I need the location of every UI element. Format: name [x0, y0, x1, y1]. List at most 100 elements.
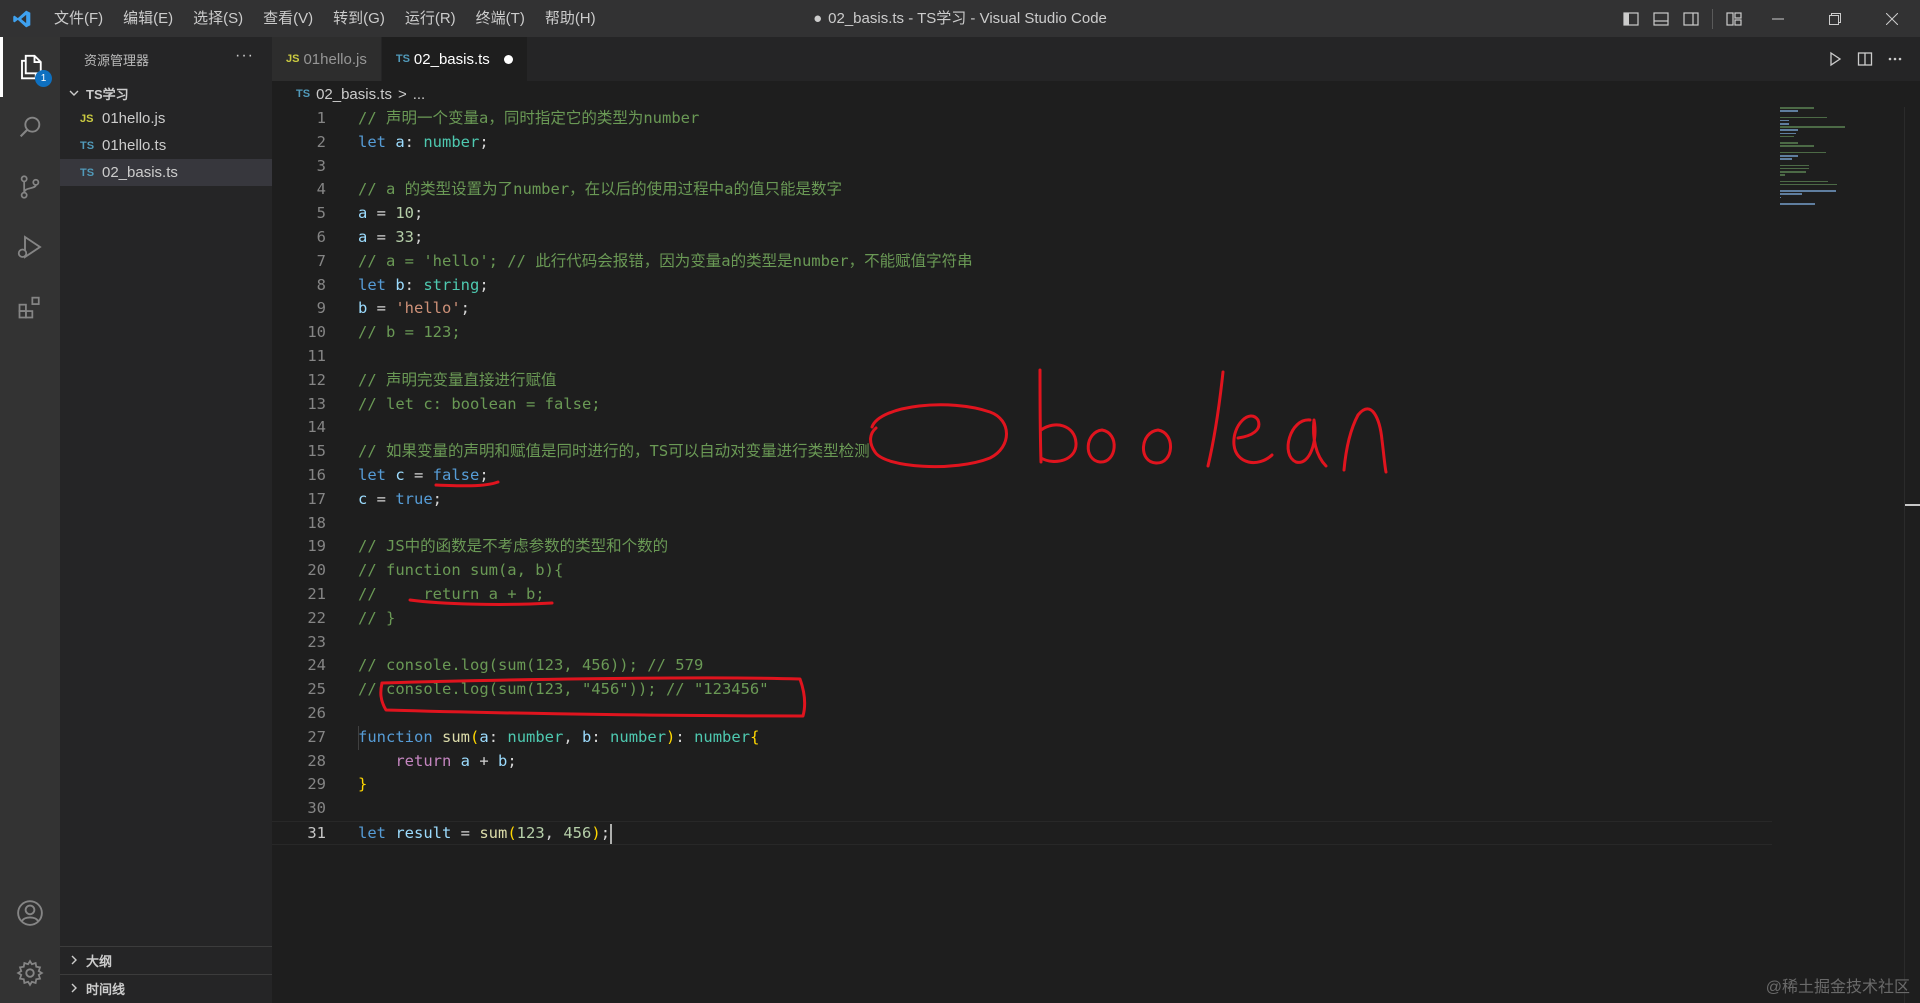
code-editor[interactable]: 1 // 声明一个变量a，同时指定它的类型为number 2 let a: numbe…	[272, 107, 1920, 1003]
code-token: // b = 123;	[358, 323, 461, 342]
code-line[interactable]: 20 // function sum(a, b){	[272, 559, 1772, 583]
code-line[interactable]: 19 // JS中的函数是不考虑参数的类型和个数的	[272, 535, 1772, 559]
code-line[interactable]: 29}	[272, 773, 1772, 797]
breadcrumb-symbol[interactable]: ...	[413, 86, 426, 103]
code-line[interactable]: 5 a = 10;	[272, 202, 1772, 226]
minimap-line	[1780, 193, 1803, 195]
code-token: :	[488, 727, 508, 746]
code-line[interactable]: 26	[272, 702, 1772, 726]
tab-01hello-js[interactable]: JS 01hello.js	[272, 37, 382, 81]
code-token: string	[423, 275, 480, 294]
menu-help[interactable]: 帮助(H)	[535, 0, 606, 37]
chevron-down-icon	[66, 85, 82, 101]
code-line[interactable]: 31 let result = sum(123, 456);	[272, 821, 1772, 845]
code-token: // 声明完变量直接进行赋值	[358, 370, 557, 389]
menu-selection[interactable]: 选择(S)	[183, 0, 253, 37]
code-line[interactable]: 8 let b: string;	[272, 274, 1772, 298]
minimap-line	[1780, 110, 1799, 112]
code-line[interactable]: 1 // 声明一个变量a，同时指定它的类型为number	[272, 107, 1772, 131]
code-line[interactable]: 2 let a: number;	[272, 131, 1772, 155]
code-line[interactable]: 21 // return a + b;	[272, 583, 1772, 607]
more-actions-icon[interactable]	[1880, 44, 1910, 74]
code-line[interactable]: 28 return a + b;	[272, 750, 1772, 774]
minimap-line	[1780, 119, 1790, 122]
toggle-primary-sidebar-icon[interactable]	[1619, 7, 1643, 31]
source-control-icon[interactable]	[0, 157, 60, 217]
code-line[interactable]: 11	[272, 345, 1772, 369]
vertical-scrollbar[interactable]	[1904, 107, 1905, 1003]
code-token: =	[367, 489, 396, 508]
toggle-panel-icon[interactable]	[1649, 7, 1673, 31]
menu-terminal[interactable]: 终端(T)	[466, 0, 535, 37]
line-number: 13	[307, 394, 326, 413]
code-token: result	[395, 824, 452, 842]
code-token: // return a + b;	[358, 585, 545, 603]
restore-icon[interactable]	[1806, 0, 1863, 37]
minimize-icon[interactable]	[1749, 0, 1806, 37]
code-line[interactable]: 25 // console.log(sum(123, "456")); // "1…	[272, 678, 1772, 702]
code-line[interactable]: 22 // }	[272, 607, 1772, 631]
code-line[interactable]: 27 function sum(a: number, b: number): nu…	[272, 726, 1772, 750]
extensions-icon[interactable]	[0, 277, 60, 337]
code-line[interactable]: 6 a = 33;	[272, 226, 1772, 250]
minimap-line	[1780, 190, 1836, 192]
file-item-01hello-js[interactable]: JS 01hello.js	[60, 105, 272, 132]
run-file-icon[interactable]	[1820, 44, 1850, 74]
code-token: =	[367, 299, 396, 318]
ts-file-icon: TS	[80, 166, 95, 179]
code-token: {	[750, 727, 760, 746]
code-line[interactable]: 14	[272, 416, 1772, 440]
line-number: 1	[316, 109, 326, 127]
code-line[interactable]: 12 // 声明完变量直接进行赋值	[272, 369, 1772, 393]
code-line[interactable]: 10 // b = 123;	[272, 321, 1772, 345]
code-line[interactable]: 18	[272, 512, 1772, 536]
code-line[interactable]: 13 // let c: boolean = false;	[272, 393, 1772, 417]
run-debug-icon[interactable]	[0, 217, 60, 277]
menu-go[interactable]: 转到(G)	[323, 0, 395, 37]
code-token: // 声明一个变量a，同时指定它的类型为number	[358, 109, 700, 127]
timeline-section[interactable]: 时间线	[60, 974, 272, 1001]
toggle-secondary-sidebar-icon[interactable]	[1679, 7, 1703, 31]
code-token: :	[675, 727, 695, 746]
close-window-icon[interactable]	[1863, 0, 1920, 37]
code-line[interactable]: 24 // console.log(sum(123, 456)); // 579	[272, 654, 1772, 678]
tab-02-basis-ts[interactable]: TS 02_basis.ts	[381, 37, 528, 81]
file-item-02-basis-ts[interactable]: TS 02_basis.ts	[60, 159, 272, 186]
more-actions-icon[interactable]: ···	[235, 47, 254, 65]
timeline-label: 时间线	[86, 981, 126, 997]
menu-edit[interactable]: 编辑(E)	[113, 0, 183, 37]
minimap-line	[1780, 151, 1826, 154]
code-line[interactable]: 30	[272, 797, 1772, 821]
js-file-icon: JS	[286, 53, 300, 65]
minimap-line	[1780, 171, 1806, 173]
code-line[interactable]: 3	[272, 155, 1772, 179]
code-token: ;	[479, 466, 489, 484]
minimap[interactable]	[1780, 107, 1910, 267]
code-line[interactable]: 17 c = true;	[272, 488, 1772, 512]
code-token: a	[358, 204, 368, 223]
code-token: a	[460, 751, 470, 770]
code-line[interactable]: 9 b = 'hello';	[272, 297, 1772, 321]
account-icon[interactable]	[0, 883, 60, 943]
code-line[interactable]: 23	[272, 631, 1772, 655]
unsaved-dot-icon[interactable]	[503, 54, 513, 64]
code-line[interactable]: 4 // a 的类型设置为了number，在以后的使用过程中a的值只能是数字	[272, 178, 1772, 202]
code-token: )	[591, 824, 601, 842]
settings-gear-icon[interactable]	[0, 943, 60, 1003]
breadcrumb-file[interactable]: 02_basis.ts	[316, 86, 392, 103]
explorer-icon[interactable]: 1	[0, 37, 60, 97]
menu-run[interactable]: 运行(R)	[395, 0, 466, 37]
outline-section[interactable]: 大纲	[60, 946, 272, 973]
code-line[interactable]: 15 // 如果变量的声明和赋值是同时进行的，TS可以自动对变量进行类型检测	[272, 440, 1772, 464]
menu-view[interactable]: 查看(V)	[253, 0, 323, 37]
split-editor-icon[interactable]	[1850, 44, 1880, 74]
search-icon[interactable]	[0, 97, 60, 157]
menu-file[interactable]: 文件(F)	[44, 0, 113, 37]
code-token: ;	[600, 824, 611, 842]
customize-layout-icon[interactable]	[1722, 7, 1746, 31]
code-line[interactable]: 7 // a = 'hello'; // 此行代码会报错，因为变量a的类型是num…	[272, 250, 1772, 274]
code-line[interactable]: 16 let c = false;	[272, 464, 1772, 488]
folder-ts-study[interactable]: TS学习	[60, 81, 272, 105]
file-item-01hello-ts[interactable]: TS 01hello.ts	[60, 132, 272, 159]
line-number: 22	[307, 608, 326, 627]
